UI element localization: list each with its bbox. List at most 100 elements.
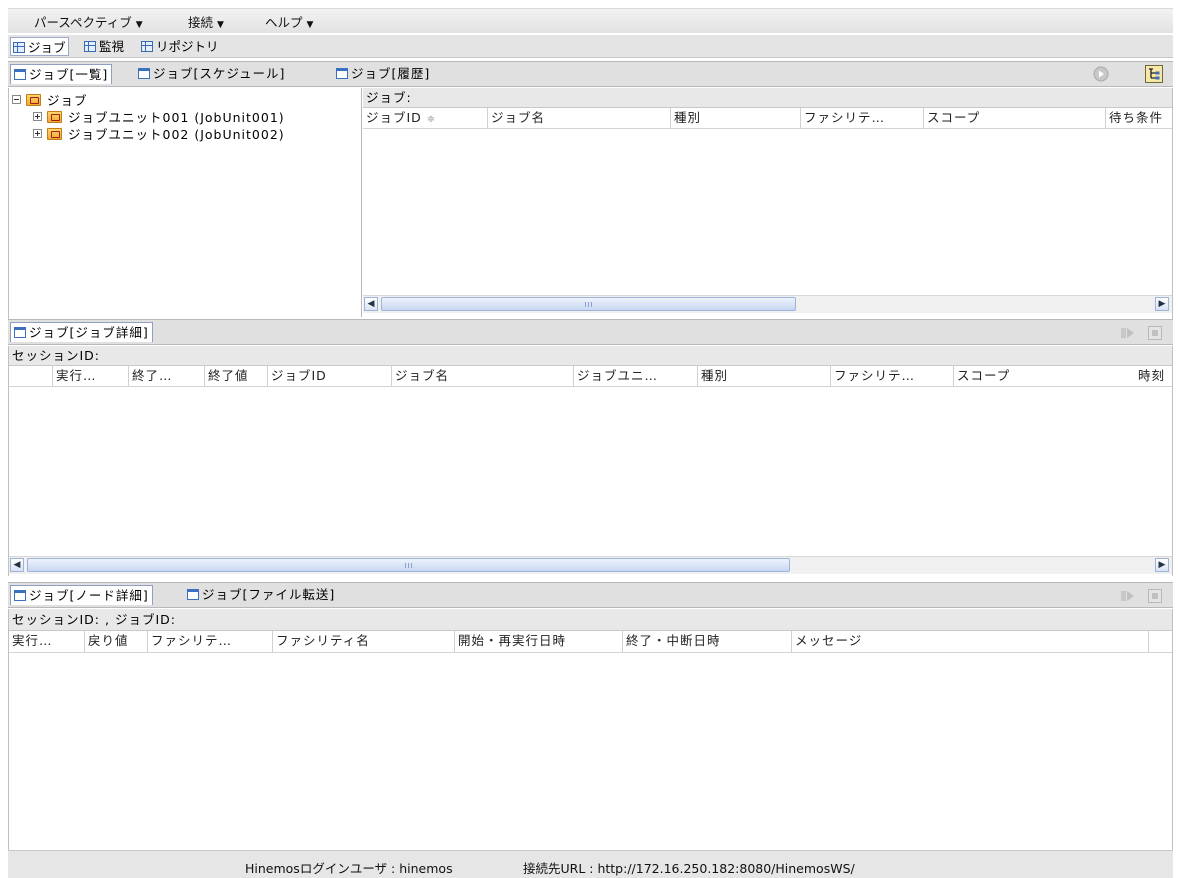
col-label: ジョブ名 <box>395 368 450 383</box>
perspective-tab-label: リポジトリ <box>156 39 219 54</box>
col-label: ファシリテ… <box>804 110 886 125</box>
col-label: 終了・中断日時 <box>626 633 721 648</box>
view-icon <box>138 68 150 79</box>
col-message[interactable]: メッセージ <box>791 631 1149 652</box>
tree-node-label: ジョブ <box>47 93 88 108</box>
col-type[interactable]: 種別 <box>670 108 800 128</box>
view-icon <box>14 327 26 338</box>
job-detail-hscrollbar[interactable]: ◀ ▶ <box>9 556 1172 574</box>
tree-node-jobunit001[interactable]: ジョブユニット001 (JobUnit001) <box>33 110 285 126</box>
scroll-thumb[interactable] <box>381 297 796 311</box>
job-detail-tabbar: ジョブ[ジョブ詳細] <box>8 319 1173 345</box>
col-type[interactable]: 種別 <box>697 366 830 386</box>
table-icon <box>141 41 153 52</box>
view-icon <box>336 68 348 79</box>
tab-label: ジョブ[スケジュール] <box>153 66 286 81</box>
col-job-id[interactable]: ジョブID ≑ <box>363 108 487 128</box>
col-run-status[interactable]: 実行… <box>9 631 84 652</box>
col-return-value[interactable]: 戻り値 <box>84 631 147 652</box>
expand-icon[interactable] <box>33 112 42 121</box>
col-facility[interactable]: ファシリテ… <box>830 366 953 386</box>
status-connection-url: 接続先URL : http://172.16.250.182:8080/Hine… <box>523 861 855 876</box>
col-job-name[interactable]: ジョブ名 <box>487 108 670 128</box>
col-label: ファシリテ… <box>151 633 233 648</box>
table-icon <box>84 41 96 52</box>
status-login-user: Hinemosログインユーザ : hinemos <box>245 861 453 876</box>
job-detail-content: セッションID: 実行… 終了… 終了値 ジョブID ジョブ名 ジョブユニ… 種… <box>8 346 1173 576</box>
tree-node-label: ジョブユニット002 (JobUnit002) <box>68 127 285 142</box>
tree-view-icon[interactable] <box>1145 65 1163 83</box>
tab-job-detail[interactable]: ジョブ[ジョブ詳細] <box>10 322 153 342</box>
col-label: 待ち条件 <box>1109 110 1164 125</box>
menu-perspective[interactable]: パースペクティブ ▼ <box>34 12 143 31</box>
node-detail-header: 実行… 戻り値 ファシリテ… ファシリティ名 開始・再実行日時 終了・中断日時 … <box>9 631 1172 653</box>
scroll-left-icon[interactable]: ◀ <box>364 297 378 311</box>
col-facility-name[interactable]: ファシリティ名 <box>272 631 454 652</box>
scroll-right-icon[interactable]: ▶ <box>1155 297 1169 311</box>
col-label: ジョブユニ… <box>577 368 659 383</box>
stop-node-icon[interactable] <box>1147 588 1163 604</box>
menu-connection-label: 接続 <box>188 15 214 30</box>
job-table-body[interactable] <box>363 129 1172 295</box>
col-icon[interactable] <box>9 366 52 386</box>
collapse-icon[interactable] <box>12 95 21 104</box>
start-node-icon[interactable] <box>1120 588 1136 604</box>
col-end-value[interactable]: 終了値 <box>204 366 267 386</box>
col-job-unit[interactable]: ジョブユニ… <box>573 366 697 386</box>
col-label: 実行… <box>12 633 53 648</box>
col-label: ファシリティ名 <box>276 633 370 648</box>
tab-node-detail[interactable]: ジョブ[ノード詳細] <box>10 585 153 605</box>
col-facility-id[interactable]: ファシリテ… <box>147 631 272 652</box>
col-end-time[interactable]: 終了・中断日時 <box>622 631 791 652</box>
tab-file-transfer[interactable]: ジョブ[ファイル転送] <box>184 585 338 605</box>
tree-node-jobunit002[interactable]: ジョブユニット002 (JobUnit002) <box>33 127 285 143</box>
perspective-tab-repository[interactable]: リポジトリ <box>139 37 221 56</box>
perspective-tab-job[interactable]: ジョブ <box>10 37 69 56</box>
node-detail-body[interactable] <box>9 653 1172 848</box>
col-wait-condition[interactable]: 待ち条件 <box>1105 108 1172 128</box>
tab-job-list[interactable]: ジョブ[一覧] <box>10 64 113 84</box>
view-icon <box>14 590 26 601</box>
job-table-hscrollbar[interactable]: ◀ ▶ <box>363 295 1172 313</box>
tree-node-label: ジョブユニット001 (JobUnit001) <box>68 110 285 125</box>
scroll-left-icon[interactable]: ◀ <box>10 558 24 572</box>
stop-job-icon[interactable] <box>1147 325 1163 341</box>
col-label: 実行… <box>56 368 97 383</box>
col-time[interactable]: 時刻 <box>1135 366 1172 386</box>
tree-node-root[interactable]: ジョブ <box>12 93 88 109</box>
start-job-icon[interactable] <box>1120 325 1136 341</box>
job-table-pane: ジョブ: ジョブID ≑ ジョブ名 種別 ファシリテ… スコープ 待ち条件 ◀ … <box>363 88 1172 317</box>
tab-job-schedule[interactable]: ジョブ[スケジュール] <box>135 64 288 84</box>
col-start-time[interactable]: 開始・再実行日時 <box>454 631 622 652</box>
scroll-right-icon[interactable]: ▶ <box>1155 558 1169 572</box>
col-end-status[interactable]: 終了… <box>128 366 204 386</box>
col-run-status[interactable]: 実行… <box>52 366 128 386</box>
job-tree[interactable]: ジョブ ジョブユニット001 (JobUnit001) ジョブユニット002 (… <box>9 88 362 317</box>
col-label: 開始・再実行日時 <box>458 633 567 648</box>
tab-label: ジョブ[一覧] <box>29 67 109 82</box>
col-scope[interactable]: スコープ <box>953 366 1135 386</box>
job-detail-body[interactable] <box>9 387 1172 555</box>
job-list-content: ジョブ ジョブユニット001 (JobUnit001) ジョブユニット002 (… <box>8 88 1173 319</box>
expand-icon[interactable] <box>33 129 42 138</box>
menu-help[interactable]: ヘルプ ▼ <box>265 12 313 31</box>
col-job-id[interactable]: ジョブID <box>267 366 391 386</box>
col-job-name[interactable]: ジョブ名 <box>391 366 573 386</box>
col-label: メッセージ <box>795 633 863 648</box>
perspective-bar: ジョブ 監視 リポジトリ <box>8 35 1173 58</box>
menu-connection[interactable]: 接続 ▼ <box>188 12 224 31</box>
menu-bar: パースペクティブ ▼ 接続 ▼ ヘルプ ▼ <box>0 0 1178 33</box>
col-label: 終了値 <box>208 368 249 383</box>
job-table-header: ジョブID ≑ ジョブ名 種別 ファシリテ… スコープ 待ち条件 <box>363 108 1172 129</box>
scroll-thumb[interactable] <box>27 558 790 572</box>
node-detail-tabbar: ジョブ[ノード詳細] ジョブ[ファイル転送] <box>8 582 1173 608</box>
tab-job-history[interactable]: ジョブ[履歴] <box>333 64 433 84</box>
col-scope[interactable]: スコープ <box>923 108 1105 128</box>
chevron-down-icon: ▼ <box>135 20 143 30</box>
col-label: ファシリテ… <box>834 368 916 383</box>
col-facility[interactable]: ファシリテ… <box>800 108 923 128</box>
job-folder-icon <box>47 111 62 123</box>
run-icon[interactable] <box>1093 66 1109 82</box>
job-detail-header: 実行… 終了… 終了値 ジョブID ジョブ名 ジョブユニ… 種別 ファシリテ… … <box>9 366 1172 387</box>
perspective-tab-monitor[interactable]: 監視 <box>82 37 126 56</box>
